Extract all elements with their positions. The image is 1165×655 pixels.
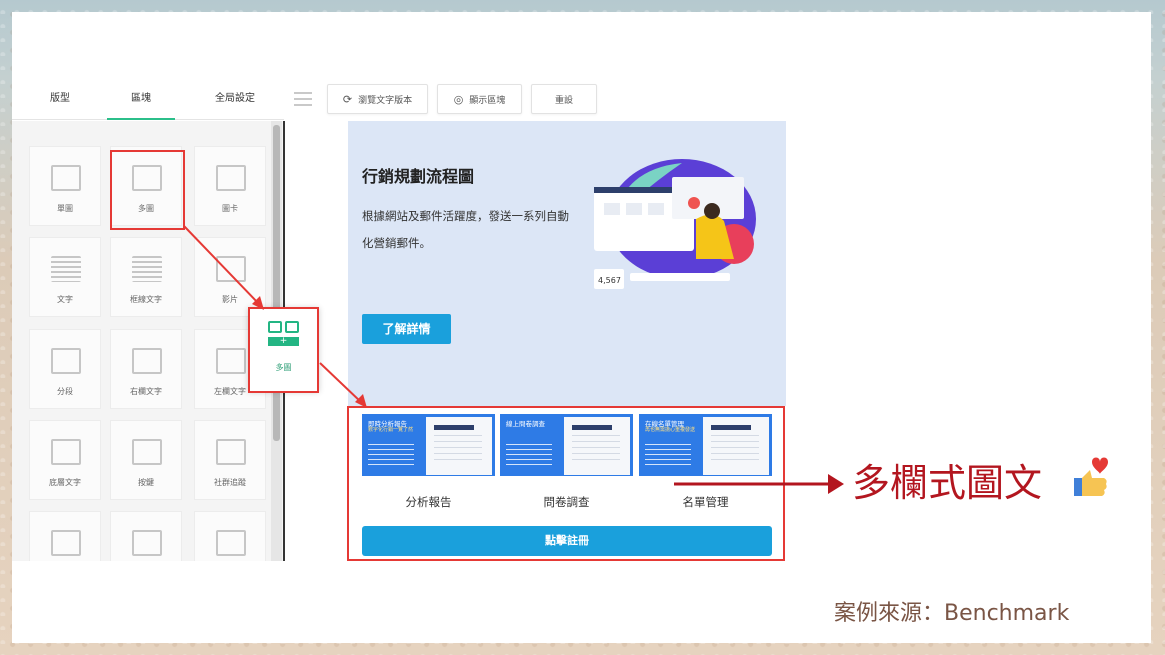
slide: 版型 區塊 全局設定 ⟳ 瀏覽文字版本 ◎ 顯示區塊 重設 單圖 多圖 圖卡 文字 框線… [12,12,1151,643]
callout-arrow [674,474,844,494]
thumbs-up-heart-icon [1074,457,1108,496]
callout-text: 多欄式圖文 [852,461,1043,505]
source-credit: 案例來源：Benchmark [834,601,1070,626]
